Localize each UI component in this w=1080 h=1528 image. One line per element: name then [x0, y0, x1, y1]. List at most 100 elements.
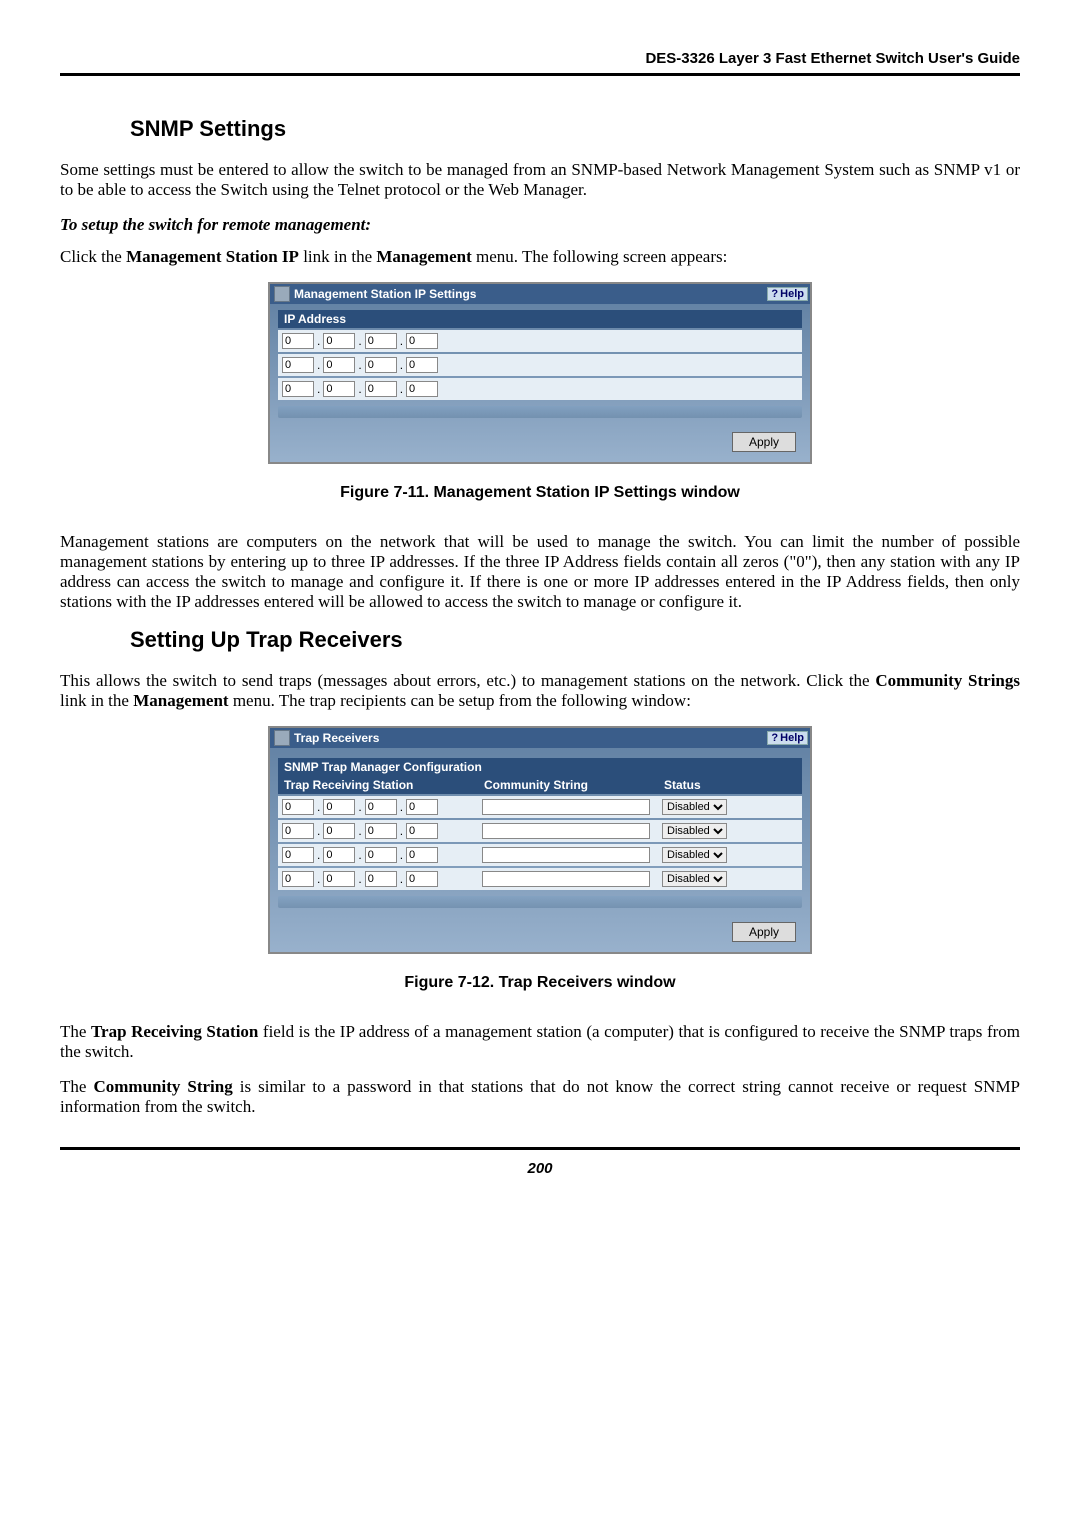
ip-octet-input[interactable] [406, 871, 438, 887]
dot-separator: . [316, 872, 321, 886]
header-guide-title: DES-3326 Layer 3 Fast Ethernet Switch Us… [60, 50, 1020, 73]
text: link in the [60, 691, 133, 710]
help-icon: ? [771, 732, 778, 744]
dot-separator: . [357, 358, 362, 372]
dot-separator: . [399, 824, 404, 838]
dot-separator: . [399, 334, 404, 348]
ip-octet-input[interactable] [282, 357, 314, 373]
ip-octet-input[interactable] [365, 823, 397, 839]
dot-separator: . [399, 800, 404, 814]
paragraph: This allows the switch to send traps (me… [60, 671, 1020, 711]
ip-octet-input[interactable] [323, 357, 355, 373]
help-label: Help [780, 288, 804, 300]
help-label: Help [780, 732, 804, 744]
panel-titlebar: Management Station IP Settings ? Help [270, 284, 810, 304]
paragraph: Management stations are computers on the… [60, 532, 1020, 612]
ip-octet-input[interactable] [282, 847, 314, 863]
paragraph: The Trap Receiving Station field is the … [60, 1022, 1020, 1062]
section-heading-snmp: SNMP Settings [130, 116, 1020, 142]
ip-octet-input[interactable] [406, 799, 438, 815]
status-select[interactable]: Disabled [662, 799, 727, 815]
ip-row: . . . [278, 378, 802, 400]
panel-title: Trap Receivers [294, 731, 379, 745]
dot-separator: . [316, 334, 321, 348]
ip-octet-input[interactable] [365, 357, 397, 373]
gear-icon [274, 730, 290, 746]
menu-ref-management: Management [376, 247, 471, 266]
ip-octet-input[interactable] [323, 799, 355, 815]
apply-button[interactable]: Apply [732, 432, 796, 452]
ip-octet-input[interactable] [282, 381, 314, 397]
dot-separator: . [357, 800, 362, 814]
field-ref-trap-receiving-station: Trap Receiving Station [91, 1022, 258, 1041]
ip-octet-input[interactable] [406, 333, 438, 349]
dot-separator: . [399, 358, 404, 372]
community-string-input[interactable] [482, 823, 650, 839]
community-string-input[interactable] [482, 871, 650, 887]
dot-separator: . [399, 848, 404, 862]
section-heading-trap-receivers: Setting Up Trap Receivers [130, 627, 1020, 653]
ip-octet-input[interactable] [282, 799, 314, 815]
apply-button[interactable]: Apply [732, 922, 796, 942]
text: Click the [60, 247, 126, 266]
dot-separator: . [357, 382, 362, 396]
figure-caption: Figure 7-11. Management Station IP Setti… [60, 484, 1020, 502]
text: menu. The following screen appears: [472, 247, 728, 266]
table-row: . . . Disabled [278, 820, 802, 842]
dot-separator: . [316, 848, 321, 862]
dot-separator: . [357, 824, 362, 838]
panel-decoration [278, 896, 802, 908]
ip-octet-input[interactable] [406, 381, 438, 397]
ip-octet-input[interactable] [365, 333, 397, 349]
community-string-input[interactable] [482, 847, 650, 863]
ip-octet-input[interactable] [323, 871, 355, 887]
panel-trap-receivers: Trap Receivers ? Help SNMP Trap Manager … [268, 726, 812, 954]
ip-octet-input[interactable] [323, 847, 355, 863]
status-select[interactable]: Disabled [662, 823, 727, 839]
table-row: . . . Disabled [278, 796, 802, 818]
column-header-trap-station: Trap Receiving Station [278, 776, 478, 794]
ip-octet-input[interactable] [365, 381, 397, 397]
column-headers: Trap Receiving Station Community String … [278, 776, 802, 794]
text: The [60, 1077, 93, 1096]
ip-octet-input[interactable] [406, 847, 438, 863]
dot-separator: . [357, 848, 362, 862]
text: link in the [299, 247, 376, 266]
table-row: . . . Disabled [278, 844, 802, 866]
ip-octet-input[interactable] [365, 799, 397, 815]
paragraph: Some settings must be entered to allow t… [60, 160, 1020, 200]
column-header-ip-address: IP Address [278, 310, 802, 328]
ip-row: . . . [278, 330, 802, 352]
panel-decoration [278, 406, 802, 418]
panel-title: Management Station IP Settings [294, 287, 476, 301]
ip-octet-input[interactable] [323, 823, 355, 839]
ip-octet-input[interactable] [323, 381, 355, 397]
status-select[interactable]: Disabled [662, 871, 727, 887]
ip-octet-input[interactable] [282, 871, 314, 887]
figure-caption: Figure 7-12. Trap Receivers window [60, 974, 1020, 992]
ip-octet-input[interactable] [406, 823, 438, 839]
dot-separator: . [316, 382, 321, 396]
panel-titlebar: Trap Receivers ? Help [270, 728, 810, 748]
help-icon: ? [771, 288, 778, 300]
text: This allows the switch to send traps (me… [60, 671, 875, 690]
ip-octet-input[interactable] [365, 871, 397, 887]
status-select[interactable]: Disabled [662, 847, 727, 863]
text: menu. The trap recipients can be setup f… [229, 691, 691, 710]
dot-separator: . [316, 824, 321, 838]
ip-octet-input[interactable] [282, 333, 314, 349]
community-string-input[interactable] [482, 799, 650, 815]
ip-octet-input[interactable] [323, 333, 355, 349]
text: The [60, 1022, 91, 1041]
page-number: 200 [60, 1160, 1020, 1177]
help-button[interactable]: ? Help [767, 287, 808, 301]
gear-icon [274, 286, 290, 302]
dot-separator: . [316, 358, 321, 372]
ip-octet-input[interactable] [282, 823, 314, 839]
menu-ref-management: Management [133, 691, 228, 710]
ip-octet-input[interactable] [365, 847, 397, 863]
ip-octet-input[interactable] [406, 357, 438, 373]
help-button[interactable]: ? Help [767, 731, 808, 745]
link-ref-community-strings: Community Strings [875, 671, 1020, 690]
table-row: . . . Disabled [278, 868, 802, 890]
